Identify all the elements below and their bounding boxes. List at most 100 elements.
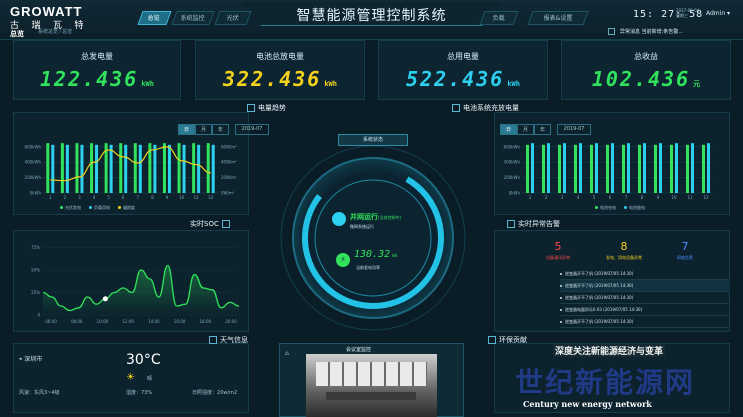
alarm-item[interactable]: 逆变器开不了机 (2019/07/05 14:30) xyxy=(560,316,730,328)
alarm-icon xyxy=(608,28,615,35)
count-label: 发电、用电设备异常 xyxy=(606,255,642,260)
x-tick-label: 11 xyxy=(194,195,200,200)
alarm-text: 异常消息 当前新增:条告警… xyxy=(620,29,684,35)
legend-pv: 光伏发电 xyxy=(60,205,81,211)
tab-year[interactable]: 年 xyxy=(212,124,230,135)
grid-icon xyxy=(332,212,346,226)
tab-month[interactable]: 月 xyxy=(195,124,213,135)
battery-tabs: 日 月 年 2019-07 xyxy=(500,124,592,135)
x-tick-label: 1 xyxy=(529,195,532,200)
sunlight-value: 20w/m2 xyxy=(217,390,238,396)
x-tick-label: 14:00 xyxy=(148,319,160,324)
bar xyxy=(622,144,625,193)
x-tick-label: 2 xyxy=(64,195,67,200)
kpi-number: 322.436 xyxy=(223,67,322,91)
nav-report-settings[interactable]: 报表&设置 xyxy=(527,11,589,25)
y-tick-label: 0 xyxy=(37,313,40,318)
x-tick-label: 12:00 xyxy=(122,319,134,324)
status-ring xyxy=(280,145,466,331)
bar xyxy=(65,144,69,193)
watermark-logo: 世纪新能源网 xyxy=(515,366,696,399)
y-tick-label: 200kWh xyxy=(25,175,42,180)
system-status-button[interactable]: 系统状态 xyxy=(338,134,408,146)
alarm-item[interactable]: 逆变器开不了机 (2019/07/05 14:30) xyxy=(560,292,730,304)
battery-legend: 电池充电 电池放电 xyxy=(595,205,645,211)
tab-day[interactable]: 日 xyxy=(178,124,196,135)
nav-pv[interactable]: 光伏 xyxy=(214,11,252,25)
alarm-item[interactable]: 逆变器电量异乐0.03 (2019/07/05 14:30) xyxy=(560,304,730,316)
status-sub: 微网系统运行 xyxy=(350,224,374,229)
admin-name: Admin xyxy=(706,10,726,17)
tab-year[interactable]: 年 xyxy=(534,124,552,135)
bar xyxy=(177,143,181,193)
bar xyxy=(124,144,128,193)
bar xyxy=(90,143,94,193)
alarm-count-device[interactable]: 8 发电、用电设备异常 xyxy=(592,240,656,261)
count-label: 网络告警 xyxy=(677,255,693,260)
x-tick-label: 7 xyxy=(137,195,140,200)
x-tick-label: 6 xyxy=(609,195,612,200)
x-tick-label: 10 xyxy=(671,195,677,200)
date-picker[interactable]: 2019-07 xyxy=(235,124,270,135)
admin-menu[interactable]: Admin ▾ xyxy=(706,10,730,17)
nav-overview[interactable]: 总览 xyxy=(137,11,172,25)
camera-title: 会议室监控 xyxy=(346,347,372,353)
nav-load[interactable]: 负载 xyxy=(479,11,519,25)
x-tick-label: 4 xyxy=(93,195,96,200)
bar xyxy=(691,143,694,193)
alarm-count-comm[interactable]: 5 设备通讯异常 xyxy=(536,240,580,261)
x-tick-label: 12 xyxy=(703,195,709,200)
panel-title: 电量趋势 xyxy=(258,104,286,112)
camera-icon: ⌂ xyxy=(285,350,289,357)
alarm-icon xyxy=(507,220,515,228)
alarm-item[interactable]: 逆变器开不了机 (2019/07/05 14:30) xyxy=(560,268,730,280)
nav-system-monitor[interactable]: 系统监控 xyxy=(171,11,215,25)
tab-day[interactable]: 日 xyxy=(500,124,518,135)
bar xyxy=(611,143,614,193)
camera-feed xyxy=(306,354,437,417)
bar xyxy=(80,144,84,193)
alarm-ticker[interactable]: 异常消息 当前新增:条告警… xyxy=(608,28,683,35)
chart-icon xyxy=(452,104,460,112)
camera-panel[interactable]: 会议室监控 ⌂ xyxy=(279,343,464,417)
panel-title: 实时SOC xyxy=(190,220,219,228)
sunlight-label: 日照强度： xyxy=(192,390,218,396)
legend-discharge: 电池放电 xyxy=(624,205,645,211)
bar xyxy=(702,144,705,193)
temperature: 30°C xyxy=(126,352,161,368)
alarm-count-network[interactable]: 7 网络告警 xyxy=(665,240,705,261)
energy-trend-header: 电量趋势 xyxy=(247,103,286,113)
soc-header: 实时SOC xyxy=(190,219,233,229)
bar xyxy=(670,144,673,193)
bar xyxy=(119,143,123,193)
count-label: 设备通讯异常 xyxy=(546,255,570,260)
nav-label: 负载 xyxy=(492,15,505,22)
y2-tick-label: 40W/m² xyxy=(221,160,237,165)
window-graphic xyxy=(316,362,427,386)
legend-label: 负载用电 xyxy=(94,205,110,210)
y2-tick-label: 20W/m² xyxy=(221,175,237,180)
bar xyxy=(675,143,678,193)
legend-irradiance: 辐照度 xyxy=(118,205,135,211)
kpi-value: 322.436 kWh xyxy=(196,67,364,91)
power-value: 130.32 kW xyxy=(354,249,397,260)
x-tick-label: 18:00 xyxy=(200,319,212,324)
bar xyxy=(526,144,529,193)
top-bar: GROWATT 古 瑞 瓦 特 总览 系统总览 / 总览 智慧能源管理控制系统 … xyxy=(0,0,743,40)
bar xyxy=(595,143,598,193)
watermark-slogan: 深度关注新能源经济与变革 xyxy=(553,344,666,357)
alarm-item[interactable]: 逆变器开不了机 (2019/07/05 14:30) xyxy=(560,280,730,292)
sun-icon: ☀ xyxy=(126,372,135,383)
x-tick-label: 20:00 xyxy=(225,319,237,324)
page-title: 智慧能源管理控制系统 xyxy=(296,8,447,24)
kpi-unit: kWh xyxy=(507,80,520,88)
soc-marker xyxy=(102,296,108,302)
date-picker[interactable]: 2019-07 xyxy=(557,124,592,135)
count-value: 8 xyxy=(620,240,628,253)
legend-label: 光伏发电 xyxy=(65,205,81,210)
x-tick-label: 16:00 xyxy=(174,319,186,324)
tab-month[interactable]: 月 xyxy=(517,124,535,135)
kpi-unit: kWh xyxy=(324,80,337,88)
panel-title: 环保贡献 xyxy=(499,336,527,344)
kpi-total-generation: 总发电量 122.436 kWh xyxy=(13,40,181,100)
